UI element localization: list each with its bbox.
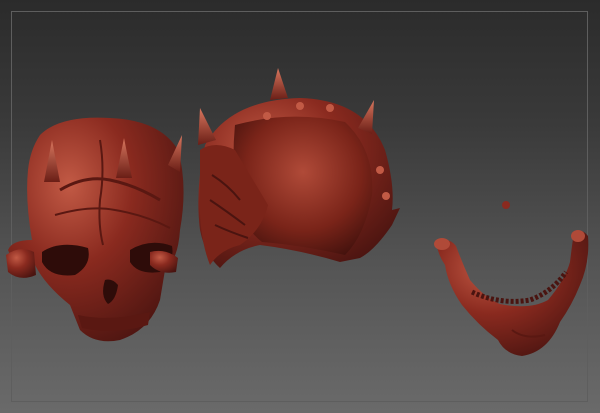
mask-body [8, 117, 184, 342]
skull-face-mask-model[interactable] [6, 117, 184, 342]
shell-stud [263, 112, 271, 120]
shell-stud [326, 104, 334, 112]
mask-side-piece [6, 249, 36, 278]
shell-stud [382, 192, 390, 200]
jaw-body [436, 230, 589, 356]
shell-stud [376, 166, 384, 174]
horn [198, 108, 216, 145]
vertex-marker[interactable] [502, 201, 510, 209]
shell-stud [296, 102, 304, 110]
jaw-condyle [434, 238, 450, 250]
scene-canvas[interactable] [0, 0, 600, 413]
horn [270, 68, 288, 100]
jaw-model[interactable] [434, 230, 589, 356]
jaw-condyle [571, 230, 585, 242]
3d-viewport[interactable] [0, 0, 600, 413]
skull-back-shell-model[interactable] [198, 68, 400, 268]
